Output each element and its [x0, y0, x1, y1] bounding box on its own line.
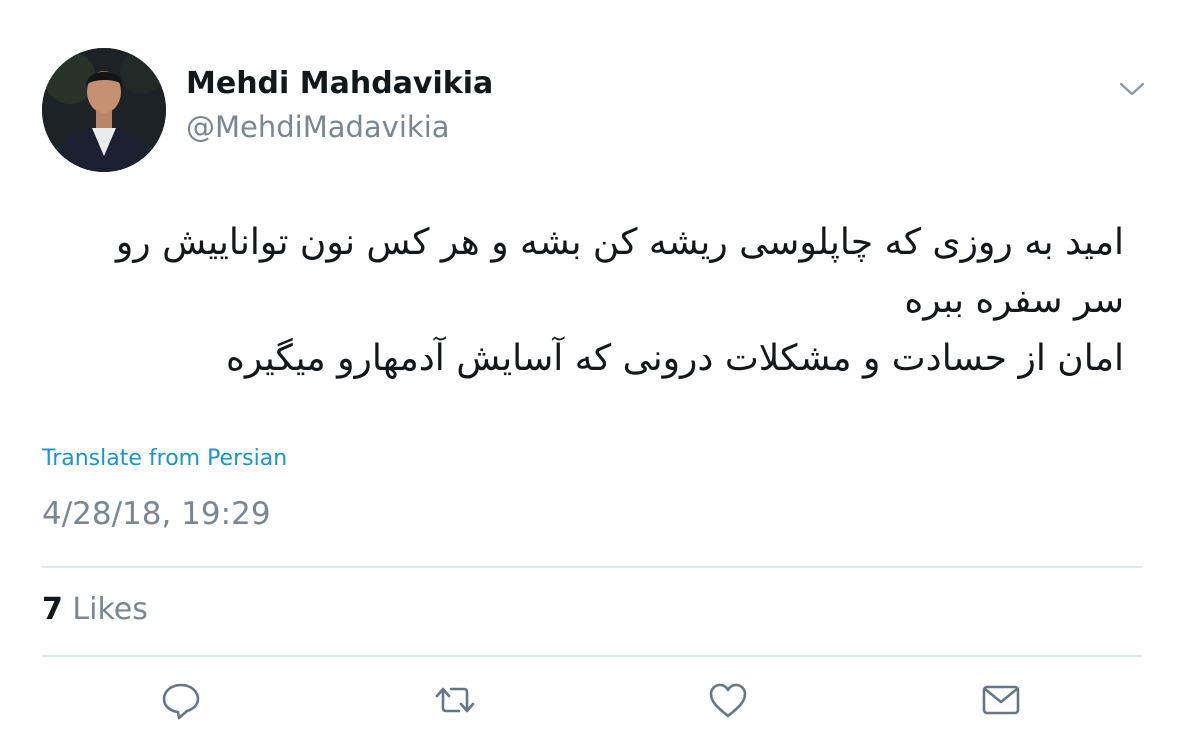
- heart-icon: [709, 683, 747, 718]
- author-handle[interactable]: @MehdiMadavikia: [186, 110, 450, 144]
- author-display-name[interactable]: Mehdi Mahdavikia: [186, 66, 493, 101]
- retweet-icon: [435, 687, 475, 713]
- reply-button[interactable]: [159, 678, 203, 722]
- tweet-timestamp[interactable]: 4/28/18, 19:29: [42, 496, 271, 532]
- divider: [42, 655, 1142, 657]
- reply-icon: [162, 683, 200, 720]
- likes-label: Likes: [72, 592, 148, 627]
- tweet-text: امید به روزی که چاپلوسی ریشه کن بشه و هر…: [44, 214, 1124, 388]
- likes-count: 7: [42, 592, 63, 627]
- envelope-icon: [982, 685, 1020, 715]
- avatar[interactable]: [42, 48, 166, 172]
- chevron-down-icon[interactable]: [1118, 78, 1146, 100]
- avatar-photo: [42, 48, 166, 172]
- tweet-text-line: امید به روزی که چاپلوسی ریشه کن بشه و هر…: [115, 222, 1124, 263]
- divider: [42, 566, 1142, 568]
- retweet-button[interactable]: [433, 678, 477, 722]
- tweet-text-line: سر سفره ببره: [904, 280, 1124, 321]
- translate-link[interactable]: Translate from Persian: [42, 446, 287, 471]
- message-button[interactable]: [979, 678, 1023, 722]
- like-button[interactable]: [706, 678, 750, 722]
- tweet-text-line: امان از حسادت و مشکلات درونی که آسایش آد…: [226, 338, 1124, 379]
- likes-stat[interactable]: 7 Likes: [42, 592, 148, 627]
